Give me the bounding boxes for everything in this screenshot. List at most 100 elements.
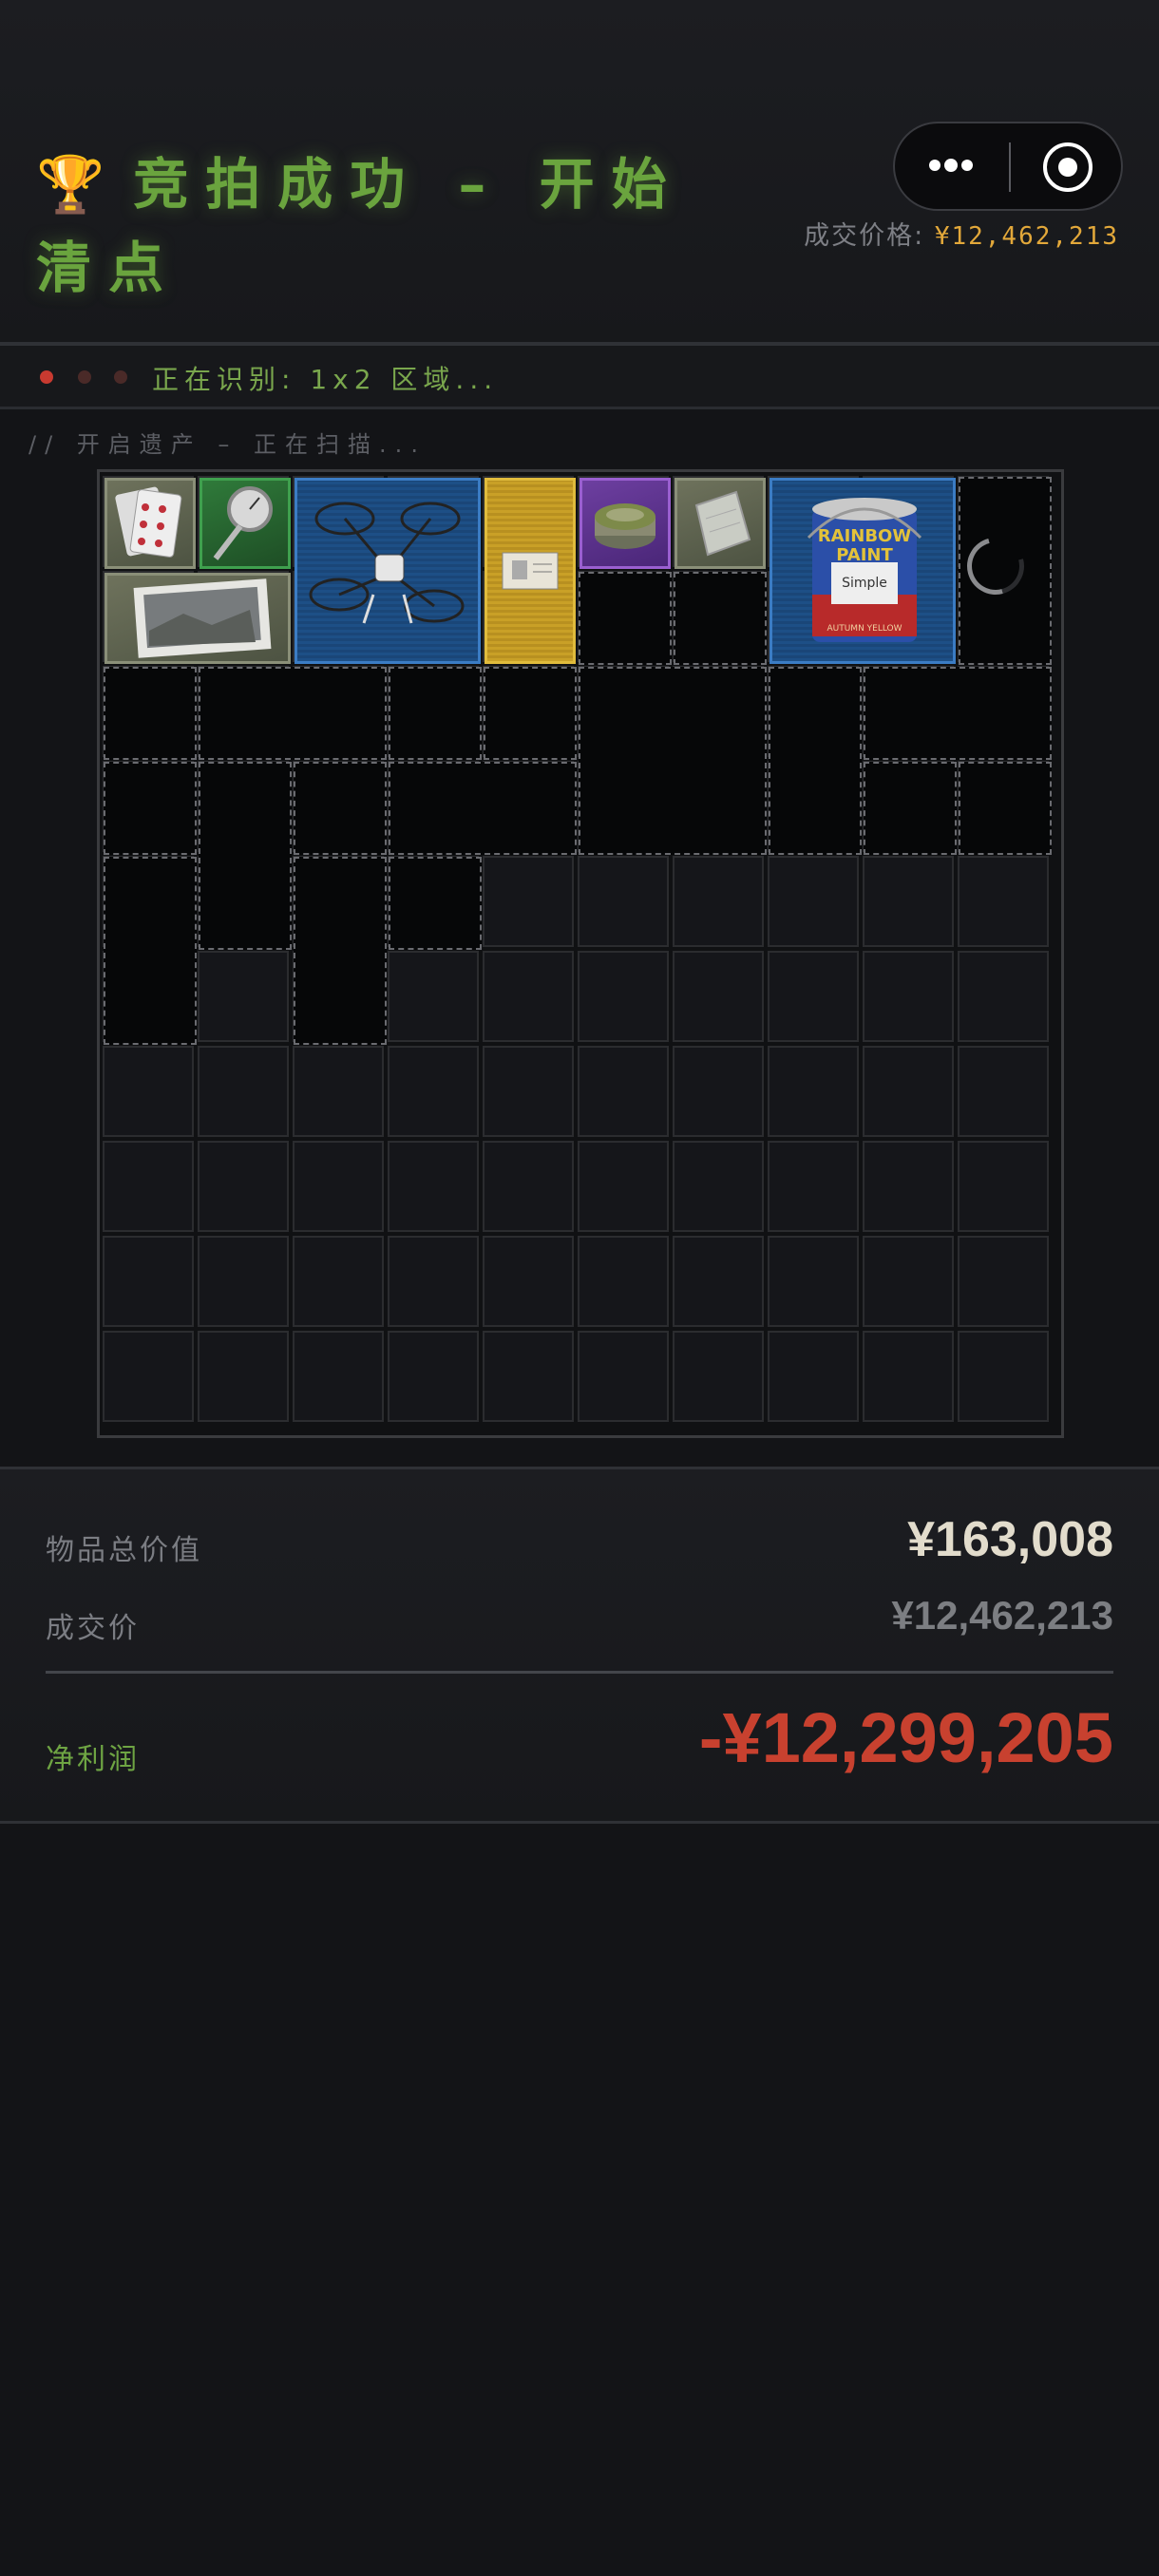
title-text: 竞拍成功 – 开始清点 bbox=[36, 152, 684, 300]
grid-cell bbox=[673, 951, 764, 1042]
status-dot bbox=[78, 370, 91, 384]
grid-cell bbox=[198, 951, 289, 1042]
grid-cell bbox=[863, 951, 954, 1042]
item-gold-document[interactable] bbox=[484, 478, 576, 664]
grid-cell bbox=[198, 1236, 289, 1327]
grid-cell bbox=[958, 951, 1049, 1042]
item-drone[interactable] bbox=[294, 478, 481, 664]
grid-cell bbox=[103, 1046, 194, 1137]
grid-cell bbox=[958, 1236, 1049, 1327]
unrevealed-slot bbox=[294, 857, 387, 1045]
unrevealed-slot bbox=[579, 572, 672, 665]
mini-program-capsule bbox=[893, 122, 1123, 211]
grid-cell bbox=[578, 951, 669, 1042]
unrevealed-slot bbox=[674, 572, 767, 665]
summary-divider bbox=[46, 1671, 1113, 1674]
deal-price-label: 成交价格: bbox=[804, 221, 925, 251]
total-value: ¥163,008 bbox=[907, 1512, 1113, 1567]
grid-cell bbox=[578, 1236, 669, 1327]
drone-icon bbox=[309, 502, 465, 624]
item-photograph[interactable] bbox=[104, 573, 291, 664]
grid-cell bbox=[673, 1236, 764, 1327]
grid-cell bbox=[863, 1331, 954, 1422]
plastic-bag-icon bbox=[694, 490, 751, 557]
trophy-icon: 🏆 bbox=[36, 152, 105, 217]
item-plastic-bag[interactable] bbox=[674, 478, 766, 569]
grid-cell bbox=[198, 1046, 289, 1137]
grid-cell bbox=[768, 1046, 859, 1137]
deal-price: 成交价格: ¥12,462,213 bbox=[804, 215, 1119, 252]
total-value-label: 物品总价值 bbox=[46, 1534, 202, 1567]
grid-cell bbox=[483, 1236, 574, 1327]
item-paint-can[interactable]: RAINBOW PAINT Simple AUTUMN YELLOW bbox=[770, 478, 956, 664]
status-text: 正在识别: 1x2 区域... bbox=[152, 364, 499, 395]
page-title: 🏆 竞拍成功 – 开始清点 bbox=[36, 142, 730, 310]
grid-cell bbox=[578, 1331, 669, 1422]
photograph-icon bbox=[133, 578, 272, 658]
grid-cell bbox=[673, 1331, 764, 1422]
grid-cell bbox=[768, 1236, 859, 1327]
grid-cell bbox=[578, 1046, 669, 1137]
unrevealed-slot bbox=[294, 762, 387, 855]
item-playing-card[interactable] bbox=[104, 478, 196, 569]
unrevealed-slot bbox=[864, 762, 957, 855]
grid-cell bbox=[863, 856, 954, 947]
deal-value: ¥12,462,213 bbox=[891, 1593, 1113, 1638]
grid-cell bbox=[103, 1141, 194, 1232]
deal-label: 成交价 bbox=[46, 1612, 140, 1645]
svg-text:Simple: Simple bbox=[842, 576, 887, 591]
grid-cell bbox=[198, 1331, 289, 1422]
pressure-gauge-icon bbox=[213, 486, 273, 560]
grid-cell bbox=[293, 1331, 384, 1422]
unrevealed-slot bbox=[959, 762, 1052, 855]
status-dot bbox=[114, 370, 127, 384]
unrevealed-slot bbox=[104, 857, 197, 1045]
unrevealed-slot bbox=[864, 667, 1052, 760]
paint-can-icon: RAINBOW PAINT Simple AUTUMN YELLOW bbox=[807, 498, 922, 642]
svg-text:AUTUMN YELLOW: AUTUMN YELLOW bbox=[826, 624, 902, 634]
grid-cell bbox=[863, 1141, 954, 1232]
grid-cell bbox=[293, 1236, 384, 1327]
unrevealed-slot bbox=[579, 667, 767, 855]
profit-value: -¥12,299,205 bbox=[698, 1698, 1113, 1777]
grid-cell bbox=[673, 856, 764, 947]
grid-cell bbox=[483, 1141, 574, 1232]
grid-cell bbox=[483, 951, 574, 1042]
more-menu-icon[interactable] bbox=[929, 123, 1013, 209]
status-bar: 正在识别: 1x2 区域... bbox=[0, 346, 1159, 409]
header: 🏆 竞拍成功 – 开始清点 成交价格: ¥12,462,213 bbox=[0, 0, 1159, 346]
deal-price-value: ¥12,462,213 bbox=[934, 222, 1119, 251]
playing-card-icon bbox=[115, 486, 182, 558]
grid-cell bbox=[388, 1046, 479, 1137]
grid-cell bbox=[388, 951, 479, 1042]
unrevealed-slot bbox=[484, 667, 577, 760]
grid-cell bbox=[673, 1046, 764, 1137]
item-pressure-gauge[interactable] bbox=[200, 478, 291, 569]
grid-cell bbox=[388, 1141, 479, 1232]
grid-cell bbox=[958, 856, 1049, 947]
unrevealed-slot bbox=[199, 762, 292, 950]
profit-label: 净利润 bbox=[46, 1743, 140, 1776]
unrevealed-slot bbox=[389, 762, 577, 855]
grid-cell bbox=[768, 856, 859, 947]
grid-cell bbox=[293, 1141, 384, 1232]
grid-cell bbox=[958, 1141, 1049, 1232]
tin-can-icon bbox=[595, 503, 656, 549]
grid-cell bbox=[958, 1331, 1049, 1422]
document-icon bbox=[502, 552, 559, 590]
status-dot-active bbox=[40, 370, 53, 384]
grid-cell bbox=[578, 856, 669, 947]
grid-cell bbox=[388, 1331, 479, 1422]
unrevealed-slot bbox=[104, 762, 197, 855]
grid-cell bbox=[768, 1141, 859, 1232]
grid-cell bbox=[578, 1141, 669, 1232]
grid-cell bbox=[673, 1141, 764, 1232]
grid-cell bbox=[483, 856, 574, 947]
grid-cell bbox=[198, 1141, 289, 1232]
item-tin-can[interactable] bbox=[580, 478, 671, 569]
close-target-icon[interactable] bbox=[1039, 139, 1096, 196]
grid-cell bbox=[483, 1046, 574, 1137]
grid-cell bbox=[293, 1046, 384, 1137]
grid-cell bbox=[958, 1046, 1049, 1137]
svg-text:PAINT: PAINT bbox=[836, 545, 893, 565]
